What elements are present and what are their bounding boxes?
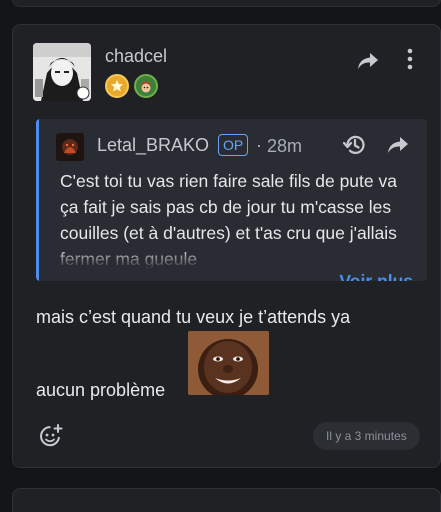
add-reaction-icon[interactable] [37, 422, 65, 450]
smiling-face-sticker [188, 331, 269, 395]
op-badge: OP [218, 134, 249, 156]
username[interactable]: chadcel [105, 46, 167, 67]
post-card: chadcel Letal_BRAKO OP · 28m C'est toi t… [12, 24, 441, 468]
user-avatar[interactable] [33, 43, 91, 101]
next-user-avatar[interactable] [33, 503, 83, 512]
next-post-card [12, 488, 441, 512]
quoted-user-avatar[interactable] [56, 133, 84, 161]
more-vertical-icon[interactable] [400, 45, 420, 73]
previous-post-card [12, 0, 441, 7]
message-line-2: aucun problème [36, 380, 166, 400]
quoted-message[interactable]: Letal_BRAKO OP · 28m C'est toi tu vas ri… [36, 119, 427, 281]
quoted-username[interactable]: Letal_BRAKO [97, 135, 209, 156]
message-line-1: mais c’est quand tu veux je t’attends ya [36, 307, 351, 327]
elf-badge [134, 74, 158, 98]
history-icon[interactable] [342, 132, 368, 158]
star-badge [105, 74, 129, 98]
quote-share-arrow-icon[interactable] [385, 133, 411, 157]
separator-dot: · [256, 135, 262, 155]
see-more-link[interactable]: Voir plus [335, 271, 413, 281]
quoted-time: 28m [267, 136, 303, 156]
share-arrow-icon[interactable] [355, 50, 381, 72]
timestamp-badge: Il y a 3 minutes [313, 422, 420, 450]
